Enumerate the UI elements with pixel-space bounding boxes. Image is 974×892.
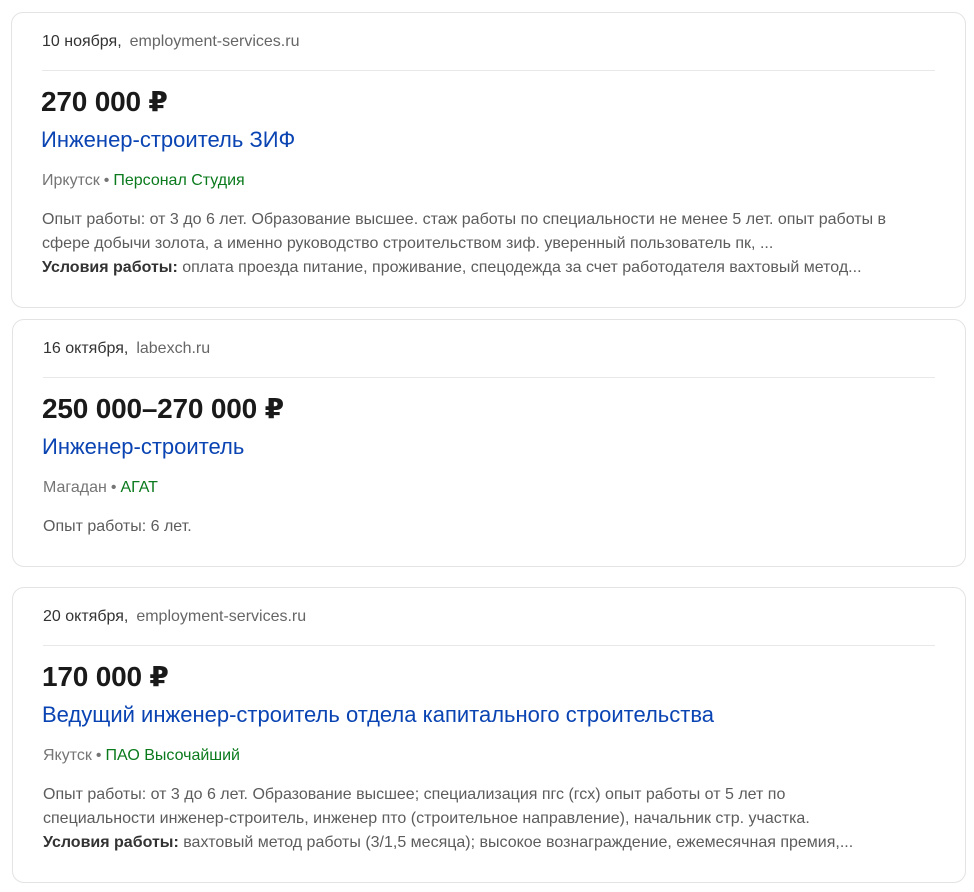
separator-dot: • (103, 172, 110, 189)
vacancy-location: Якутск • ПАО Высочайший (43, 747, 240, 765)
description-line: специальности инженер-строитель, инженер… (43, 810, 810, 827)
vacancy-city: Магадан (43, 479, 107, 496)
vacancy-meta: 10 ноября, employment-services.ru (42, 33, 299, 51)
vacancy-title-link[interactable]: Инженер-строитель (42, 434, 244, 460)
vacancy-company-link[interactable]: Персонал Студия (113, 172, 244, 189)
description-line: Опыт работы: от 3 до 6 лет. Образование … (42, 211, 887, 228)
vacancy-company-link[interactable]: АГАТ (120, 479, 157, 496)
vacancy-description: Опыт работы: от 3 до 6 лет. Образование … (43, 783, 933, 855)
description-line: сфере добычи золота, а именно руководств… (42, 235, 774, 252)
vacancy-salary: 170 000 ₽ (42, 661, 169, 692)
vacancy-salary: 250 000–270 000 ₽ (42, 393, 284, 424)
vacancy-title-link[interactable]: Ведущий инженер-строитель отдела капитал… (42, 702, 714, 728)
vacancy-location: Магадан • АГАТ (43, 479, 158, 497)
conditions-label: Условия работы: (42, 259, 178, 276)
vacancy-city: Якутск (43, 747, 92, 764)
vacancy-source: labexch.ru (136, 340, 211, 357)
divider (42, 70, 935, 71)
conditions-label: Условия работы: (43, 834, 179, 851)
vacancy-source: employment-services.ru (129, 33, 300, 50)
divider (43, 645, 935, 646)
separator-dot: • (110, 479, 117, 496)
vacancy-city: Иркутск (42, 172, 100, 189)
conditions-text: вахтовый метод работы (3/1,5 месяца); вы… (178, 834, 854, 851)
vacancy-title-link[interactable]: Инженер-строитель ЗИФ (41, 127, 295, 153)
separator-dot: • (95, 747, 102, 764)
vacancy-meta: 16 октября, labexch.ru (43, 340, 210, 358)
vacancy-company-link[interactable]: ПАО Высочайший (106, 747, 241, 764)
vacancy-date: 16 октября, (43, 340, 129, 357)
vacancy-meta: 20 октября, employment-services.ru (43, 608, 306, 626)
conditions-text: оплата проезда питание, проживание, спец… (177, 259, 862, 276)
vacancy-location: Иркутск • Персонал Студия (42, 172, 245, 190)
vacancy-salary: 270 000 ₽ (41, 86, 168, 117)
conditions-line: Условия работы: вахтовый метод работы (3… (43, 831, 933, 855)
vacancy-source: employment-services.ru (136, 608, 307, 625)
description-line: Опыт работы: 6 лет. (43, 518, 192, 535)
vacancy-card: 10 ноября, employment-services.ru 270 000… (11, 12, 966, 308)
vacancy-description: Опыт работы: от 3 до 6 лет. Образование … (42, 208, 932, 280)
vacancy-date: 20 октября, (43, 608, 129, 625)
vacancy-description: Опыт работы: 6 лет. (43, 515, 933, 539)
divider (43, 377, 935, 378)
conditions-line: Условия работы: оплата проезда питание, … (42, 256, 932, 280)
vacancy-card: 20 октября, employment-services.ru 170 00… (12, 587, 966, 883)
description-line: Опыт работы: от 3 до 6 лет. Образование … (43, 786, 786, 803)
vacancy-card: 16 октября, labexch.ru 250 000–270 000 ₽ … (12, 319, 966, 567)
vacancy-date: 10 ноября, (42, 33, 122, 50)
